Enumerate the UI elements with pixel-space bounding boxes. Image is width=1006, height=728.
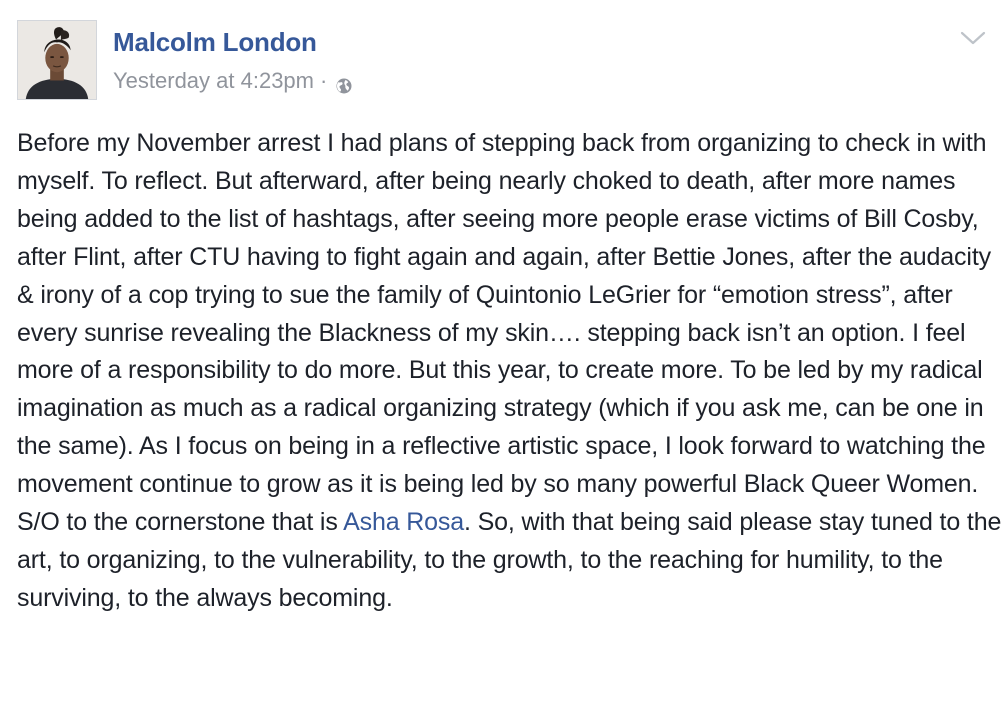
post-meta: Yesterday at 4:23pm ·	[113, 66, 353, 96]
avatar[interactable]	[17, 20, 97, 100]
meta-separator: ·	[320, 68, 328, 93]
chevron-down-icon[interactable]	[958, 28, 988, 48]
globe-icon[interactable]	[335, 73, 353, 93]
facebook-post: Malcolm London Yesterday at 4:23pm · Bef…	[0, 0, 1006, 728]
post-body-text: Before my November arrest I had plans of…	[17, 125, 1002, 618]
author-name-link[interactable]: Malcolm London	[113, 26, 317, 58]
post-text-part-1: Before my November arrest I had plans of…	[17, 129, 991, 537]
mention-link[interactable]: Asha Rosa	[343, 508, 464, 536]
post-timestamp-link[interactable]: Yesterday at 4:23pm	[113, 66, 314, 96]
profile-photo	[18, 21, 96, 99]
